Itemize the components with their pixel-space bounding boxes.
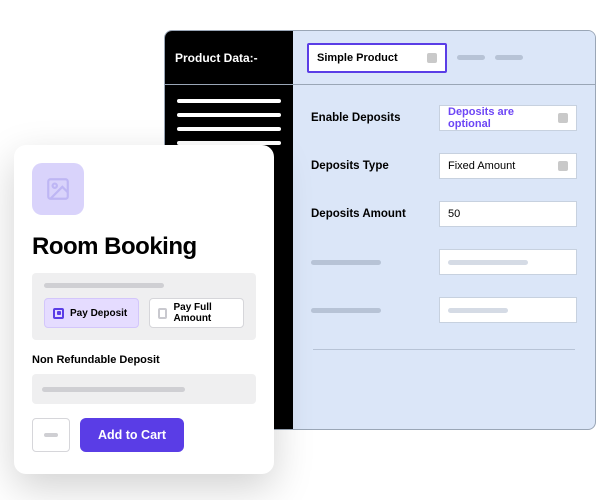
- non-refundable-label: Non Refundable Deposit: [32, 354, 256, 366]
- label-skeleton: [311, 260, 381, 265]
- chevron-down-icon: [558, 113, 568, 123]
- divider: [313, 349, 575, 350]
- admin-content: Enable Deposits Deposits are optional De…: [293, 85, 595, 429]
- deposits-type-select[interactable]: Fixed Amount: [439, 153, 577, 179]
- placeholder-input[interactable]: [439, 297, 577, 323]
- admin-header-controls: Simple Product: [293, 31, 595, 84]
- sidebar-item[interactable]: [177, 127, 281, 131]
- button-label: Add to Cart: [98, 428, 166, 442]
- deposits-amount-input[interactable]: 50: [439, 201, 577, 227]
- enable-deposits-select[interactable]: Deposits are optional: [439, 105, 577, 131]
- product-type-value: Simple Product: [317, 52, 398, 64]
- value-skeleton: [448, 260, 528, 265]
- sidebar-item[interactable]: [177, 99, 281, 103]
- option-pay-deposit[interactable]: Pay Deposit: [44, 298, 139, 328]
- header-skeleton: [457, 55, 485, 60]
- non-refundable-field: [32, 374, 256, 404]
- admin-header: Product Data:- Simple Product: [165, 31, 595, 85]
- product-title: Room Booking: [32, 233, 256, 261]
- placeholder-input[interactable]: [439, 249, 577, 275]
- chevron-down-icon: [558, 161, 568, 171]
- product-type-select[interactable]: Simple Product: [307, 43, 447, 73]
- sidebar-item[interactable]: [177, 113, 281, 117]
- select-value: Deposits are optional: [448, 106, 558, 130]
- option-label: Pay Full Amount: [173, 302, 235, 324]
- field-label: Deposits Amount: [311, 208, 421, 220]
- field-deposits-amount: Deposits Amount 50: [311, 201, 577, 227]
- value-skeleton: [448, 308, 508, 313]
- field-deposits-type: Deposits Type Fixed Amount: [311, 153, 577, 179]
- field-enable-deposits: Enable Deposits Deposits are optional: [311, 105, 577, 131]
- select-value: Fixed Amount: [448, 160, 515, 172]
- product-image-placeholder: [32, 163, 84, 215]
- field-label: Enable Deposits: [311, 112, 421, 124]
- add-to-cart-button[interactable]: Add to Cart: [80, 418, 184, 452]
- quantity-skeleton: [44, 433, 58, 437]
- field-placeholder: [311, 249, 577, 275]
- field-label: Deposits Type: [311, 160, 421, 172]
- input-value: 50: [448, 208, 460, 220]
- block-heading-skeleton: [44, 283, 164, 288]
- field-skeleton: [42, 387, 185, 392]
- option-pay-full[interactable]: Pay Full Amount: [149, 298, 244, 328]
- cart-row: Add to Cart: [32, 418, 256, 452]
- product-card: Room Booking Pay Deposit Pay Full Amount…: [14, 145, 274, 474]
- payment-options-block: Pay Deposit Pay Full Amount: [32, 273, 256, 340]
- chevron-down-icon: [427, 53, 437, 63]
- quantity-stepper[interactable]: [32, 418, 70, 452]
- field-placeholder: [311, 297, 577, 323]
- image-icon: [45, 176, 71, 202]
- product-data-title: Product Data:-: [165, 31, 293, 84]
- header-skeleton: [495, 55, 523, 60]
- radio-icon: [158, 308, 167, 319]
- option-label: Pay Deposit: [70, 308, 127, 319]
- radio-icon: [53, 308, 64, 319]
- label-skeleton: [311, 308, 381, 313]
